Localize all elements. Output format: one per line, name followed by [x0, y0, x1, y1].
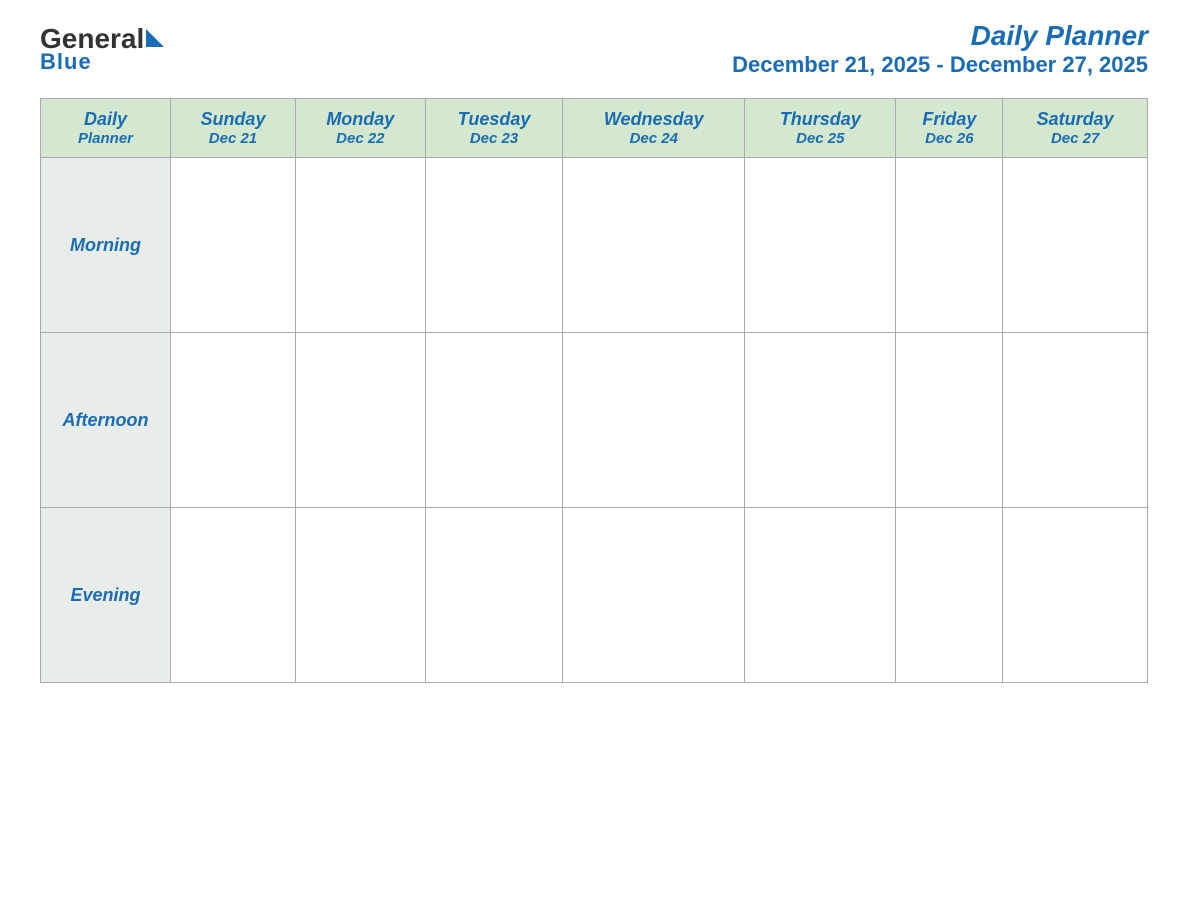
afternoon-monday[interactable]: [295, 333, 425, 508]
afternoon-row: Afternoon: [41, 333, 1148, 508]
col-header-monday: Monday Dec 22: [295, 99, 425, 158]
morning-monday[interactable]: [295, 158, 425, 333]
logo-blue-label: Blue: [40, 51, 92, 73]
afternoon-thursday[interactable]: [745, 333, 896, 508]
col-header-thursday: Thursday Dec 25: [745, 99, 896, 158]
evening-tuesday[interactable]: [425, 508, 563, 683]
evening-wednesday[interactable]: [563, 508, 745, 683]
morning-friday[interactable]: [896, 158, 1003, 333]
header-row: Daily Planner Sunday Dec 21 Monday Dec 2…: [41, 99, 1148, 158]
sunday-date: Dec 21: [176, 130, 290, 147]
corner-header: Daily Planner: [41, 99, 171, 158]
thursday-date: Dec 25: [750, 130, 890, 147]
col-header-sunday: Sunday Dec 21: [171, 99, 296, 158]
afternoon-sunday[interactable]: [171, 333, 296, 508]
wednesday-label: Wednesday: [568, 109, 739, 130]
afternoon-label: Afternoon: [41, 333, 171, 508]
evening-label: Evening: [41, 508, 171, 683]
corner-label-line1: Daily: [46, 109, 165, 130]
morning-sunday[interactable]: [171, 158, 296, 333]
page-header: General Blue Daily Planner December 21, …: [40, 20, 1148, 78]
date-range: December 21, 2025 - December 27, 2025: [732, 52, 1148, 78]
evening-friday[interactable]: [896, 508, 1003, 683]
monday-label: Monday: [301, 109, 420, 130]
monday-date: Dec 22: [301, 130, 420, 147]
afternoon-wednesday[interactable]: [563, 333, 745, 508]
evening-row: Evening: [41, 508, 1148, 683]
afternoon-tuesday[interactable]: [425, 333, 563, 508]
col-header-tuesday: Tuesday Dec 23: [425, 99, 563, 158]
sunday-label: Sunday: [176, 109, 290, 130]
evening-sunday[interactable]: [171, 508, 296, 683]
morning-label: Morning: [41, 158, 171, 333]
wednesday-date: Dec 24: [568, 130, 739, 147]
logo: General Blue: [40, 25, 164, 73]
col-header-friday: Friday Dec 26: [896, 99, 1003, 158]
corner-label-line2: Planner: [46, 130, 165, 147]
saturday-date: Dec 27: [1008, 130, 1142, 147]
evening-monday[interactable]: [295, 508, 425, 683]
evening-saturday[interactable]: [1003, 508, 1148, 683]
morning-thursday[interactable]: [745, 158, 896, 333]
morning-saturday[interactable]: [1003, 158, 1148, 333]
logo-triangle-icon: [146, 29, 164, 47]
morning-row: Morning: [41, 158, 1148, 333]
evening-thursday[interactable]: [745, 508, 896, 683]
page-title: Daily Planner: [732, 20, 1148, 52]
tuesday-label: Tuesday: [431, 109, 558, 130]
afternoon-saturday[interactable]: [1003, 333, 1148, 508]
tuesday-date: Dec 23: [431, 130, 558, 147]
planner-table: Daily Planner Sunday Dec 21 Monday Dec 2…: [40, 98, 1148, 683]
title-block: Daily Planner December 21, 2025 - Decemb…: [732, 20, 1148, 78]
col-header-saturday: Saturday Dec 27: [1003, 99, 1148, 158]
afternoon-friday[interactable]: [896, 333, 1003, 508]
col-header-wednesday: Wednesday Dec 24: [563, 99, 745, 158]
thursday-label: Thursday: [750, 109, 890, 130]
saturday-label: Saturday: [1008, 109, 1142, 130]
friday-date: Dec 26: [901, 130, 997, 147]
friday-label: Friday: [901, 109, 997, 130]
morning-tuesday[interactable]: [425, 158, 563, 333]
morning-wednesday[interactable]: [563, 158, 745, 333]
